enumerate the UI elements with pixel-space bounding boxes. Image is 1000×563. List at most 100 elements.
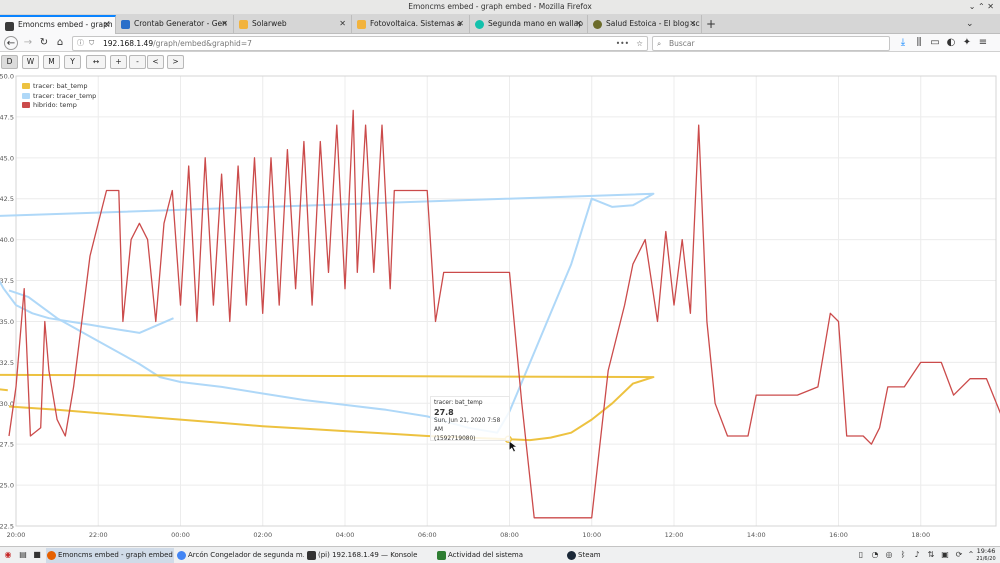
window-titlebar: Emoncms embed - graph embed - Mozilla Fi… bbox=[0, 0, 1000, 14]
x-tick-label: 16:00 bbox=[829, 531, 848, 539]
range-month-button[interactable]: M bbox=[43, 55, 60, 69]
tab-label: Salud Estoica - El blog sc bbox=[606, 19, 700, 28]
chrome-icon bbox=[177, 551, 186, 560]
tooltip-date: Sun, Jun 21, 2020 7:58 AM bbox=[434, 418, 501, 433]
reload-icon[interactable]: ↻ bbox=[37, 36, 51, 50]
bookmark-star-icon[interactable]: ☆ bbox=[636, 37, 643, 50]
notifications-icon[interactable]: ◔ bbox=[870, 550, 880, 560]
updates-icon[interactable]: ⟳ bbox=[954, 550, 964, 560]
legend-label: tracer: bat_temp bbox=[33, 82, 88, 90]
tab-label: Solarweb bbox=[252, 19, 287, 28]
range-year-button[interactable]: Y bbox=[64, 55, 81, 69]
url-bar[interactable]: ⓘ ⛉ 192.168.1.49/graph/embed&graphid=7 •… bbox=[72, 36, 648, 51]
tab-salud-estoica[interactable]: Salud Estoica - El blog sc ✕ bbox=[588, 15, 702, 34]
temperature-chart[interactable]: 22.525.027.530.032.535.037.540.042.545.0… bbox=[0, 72, 1000, 546]
tooltip-value: 27.8 bbox=[434, 408, 454, 417]
chart-legend: tracer: bat_temp tracer: tracer_temp hib… bbox=[22, 82, 96, 111]
volume-icon[interactable]: ♪ bbox=[912, 550, 922, 560]
tab-crontab[interactable]: Crontab Generator - Gen ✕ bbox=[116, 15, 234, 34]
task-system-monitor[interactable]: Actividad del sistema bbox=[436, 548, 564, 563]
task-chrome-arcon[interactable]: Arcón Congelador de segunda m... bbox=[176, 548, 304, 563]
close-tab-icon[interactable]: ✕ bbox=[339, 15, 346, 33]
range-day-button[interactable]: D bbox=[1, 55, 18, 69]
pan-left-button[interactable]: < bbox=[147, 55, 164, 69]
tab-label: Crontab Generator - Gen bbox=[134, 19, 227, 28]
tab-wallapop[interactable]: Segunda mano en wallap ✕ bbox=[470, 15, 588, 34]
battery-icon[interactable]: ▯ bbox=[856, 550, 866, 560]
info-icon[interactable]: ⓘ bbox=[77, 37, 84, 50]
task-steam[interactable]: Steam bbox=[566, 548, 694, 563]
maximize-icon[interactable]: ⌃ bbox=[978, 2, 985, 11]
y-tick-label: 32.5 bbox=[0, 359, 14, 367]
clock-time: 19:46 bbox=[976, 547, 996, 555]
x-tick-label: 22:00 bbox=[89, 531, 108, 539]
window-controls[interactable]: ⌄ ⌃ ✕ bbox=[969, 0, 994, 14]
tab-favicon-icon bbox=[5, 22, 14, 31]
downloads-icon[interactable]: ⤓ bbox=[896, 36, 910, 50]
page-actions-icon[interactable]: ••• bbox=[616, 37, 629, 50]
task-konsole[interactable]: (pi) 192.168.1.49 — Konsole bbox=[306, 548, 434, 563]
extension-icon[interactable]: ✦ bbox=[960, 36, 974, 50]
new-tab-icon[interactable]: + bbox=[706, 14, 716, 34]
tab-label: Fotovoltaica. Sistemas a bbox=[370, 19, 462, 28]
close-tab-icon[interactable]: ✕ bbox=[221, 15, 228, 33]
x-tick-label: 12:00 bbox=[665, 531, 684, 539]
plot-area-border bbox=[15, 75, 997, 527]
y-tick-label: 35.0 bbox=[0, 318, 14, 326]
close-tab-icon[interactable]: ✕ bbox=[457, 15, 464, 33]
minimize-icon[interactable]: ⌄ bbox=[969, 2, 976, 11]
search-input[interactable]: ⌕ Buscar bbox=[652, 36, 890, 51]
clipboard-icon[interactable]: ▣ bbox=[940, 550, 950, 560]
library-icon[interactable]: ⫼ bbox=[912, 36, 926, 50]
range-week-button[interactable]: W bbox=[22, 55, 39, 69]
y-tick-label: 42.5 bbox=[0, 195, 14, 203]
tab-solarweb[interactable]: Solarweb ✕ bbox=[234, 15, 352, 34]
menu-icon[interactable]: ≡ bbox=[976, 36, 990, 50]
close-tab-icon[interactable]: ✕ bbox=[103, 17, 110, 33]
close-tab-icon[interactable]: ✕ bbox=[689, 15, 696, 33]
navigation-bar: ← → ↻ ⌂ ⓘ ⛉ 192.168.1.49/graph/embed&gra… bbox=[0, 34, 1000, 52]
system-monitor-icon bbox=[437, 551, 446, 560]
pan-right-button[interactable]: > bbox=[167, 55, 184, 69]
account-icon[interactable]: ◐ bbox=[944, 36, 958, 50]
search-icon: ⌕ bbox=[657, 39, 662, 48]
x-tick-label: 14:00 bbox=[747, 531, 766, 539]
sidebar-icon[interactable]: ▭ bbox=[928, 36, 942, 50]
forward-icon[interactable]: → bbox=[21, 36, 35, 50]
zoom-in-button[interactable]: + bbox=[110, 55, 127, 69]
taskbar: ◉ ▤ ■ Emoncms embed - graph embed ... Ar… bbox=[0, 546, 1000, 563]
close-tab-icon[interactable]: ✕ bbox=[575, 15, 582, 33]
steam-tray-icon[interactable]: ◎ bbox=[884, 550, 894, 560]
app-launcher-icon[interactable]: ◉ bbox=[3, 550, 13, 560]
legend-swatch bbox=[22, 92, 30, 99]
shield-icon[interactable]: ⛉ bbox=[89, 37, 94, 50]
firefox-icon bbox=[47, 551, 56, 560]
home-icon[interactable]: ⌂ bbox=[53, 36, 67, 50]
x-tick-label: 10:00 bbox=[582, 531, 601, 539]
task-label: Actividad del sistema bbox=[448, 551, 524, 559]
close-window-icon[interactable]: ✕ bbox=[987, 2, 994, 11]
legend-swatch bbox=[22, 83, 30, 89]
x-tick-label: 08:00 bbox=[500, 531, 519, 539]
tab-list-icon[interactable]: ⌄ bbox=[966, 14, 974, 34]
url-text[interactable]: 192.168.1.49/graph/embed&graphid=7 bbox=[103, 37, 252, 50]
network-icon[interactable]: ⇅ bbox=[926, 550, 936, 560]
series-line-hibrido-temp bbox=[8, 109, 1000, 519]
y-tick-label: 50.0 bbox=[0, 73, 14, 81]
task-label: Arcón Congelador de segunda m... bbox=[188, 551, 304, 559]
tab-favicon-icon bbox=[239, 20, 248, 29]
clock-date: 21/6/20 bbox=[976, 556, 996, 562]
terminal-launcher-icon[interactable]: ■ bbox=[32, 550, 42, 560]
tab-emoncms[interactable]: Emoncms embed - graph em ✕ bbox=[0, 15, 116, 34]
y-tick-label: 40.0 bbox=[0, 236, 14, 244]
bluetooth-icon[interactable]: ᛒ bbox=[898, 550, 908, 560]
task-firefox-emoncms[interactable]: Emoncms embed - graph embed ... bbox=[46, 548, 174, 563]
clock[interactable]: 19:46 21/6/20 bbox=[974, 547, 998, 563]
zoom-out-button[interactable]: - bbox=[129, 55, 146, 69]
y-tick-label: 22.5 bbox=[0, 523, 14, 531]
back-icon[interactable]: ← bbox=[4, 36, 18, 50]
tab-fotovoltaica[interactable]: Fotovoltaica. Sistemas a ✕ bbox=[352, 15, 470, 34]
range-reset-button[interactable]: ↔ bbox=[86, 55, 106, 69]
tab-strip: Emoncms embed - graph em ✕ Crontab Gener… bbox=[0, 14, 1000, 34]
show-desktop-icon[interactable]: ▤ bbox=[18, 550, 28, 560]
